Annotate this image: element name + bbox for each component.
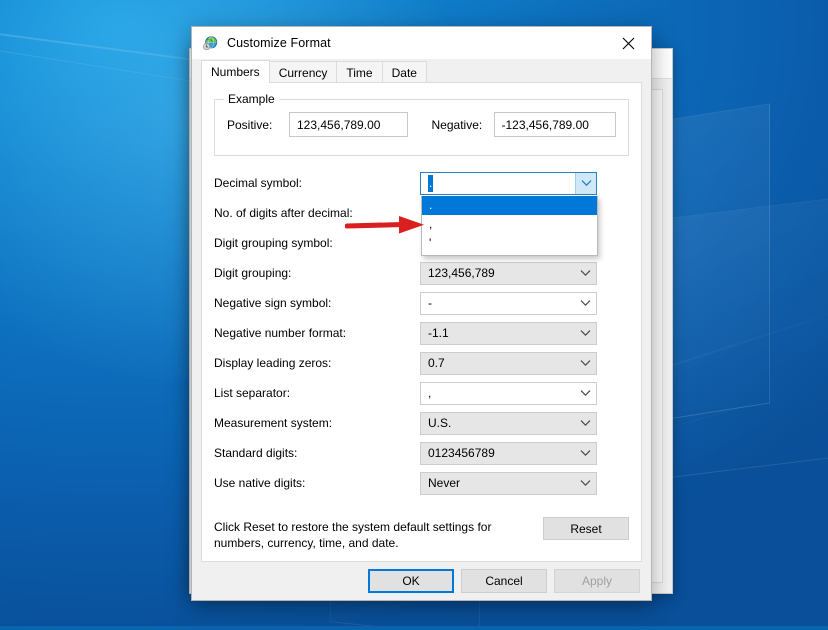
setting-row-display-leading-zeros: Display leading zeros: 0.7 <box>214 348 629 378</box>
chevron-down-icon[interactable] <box>575 443 596 464</box>
decimal-symbol-option-list[interactable]: . , ' <box>421 196 598 256</box>
negative-number-format-value: -1.1 <box>428 326 449 340</box>
dropdown-option-label: ' <box>429 236 431 250</box>
example-groupbox: Example Positive: 123,456,789.00 Negativ… <box>214 99 629 156</box>
setting-row-use-native-digits: Use native digits: Never <box>214 468 629 498</box>
apply-button: Apply <box>554 569 640 593</box>
dialog-footer: OK Cancel Apply <box>192 562 651 600</box>
dropdown-option-apostrophe[interactable]: ' <box>422 234 597 253</box>
negative-number-format-dropdown[interactable]: -1.1 <box>420 322 597 345</box>
display-leading-zeros-label: Display leading zeros: <box>214 356 420 370</box>
numbers-tab-panel: Example Positive: 123,456,789.00 Negativ… <box>201 83 642 562</box>
decimal-symbol-value: . <box>428 175 433 192</box>
chevron-down-icon[interactable] <box>575 293 596 314</box>
dropdown-option-label: . <box>429 198 432 212</box>
chevron-down-icon[interactable] <box>575 353 596 374</box>
chevron-down-icon[interactable] <box>575 323 596 344</box>
ok-button-label: OK <box>402 574 419 588</box>
chevron-down-icon[interactable] <box>575 383 596 404</box>
chevron-down-icon[interactable] <box>575 263 596 284</box>
tab-label: Date <box>392 66 417 80</box>
list-separator-value: , <box>428 386 431 400</box>
setting-row-standard-digits: Standard digits: 0123456789 <box>214 438 629 468</box>
dropdown-option-label: , <box>429 217 432 231</box>
chevron-down-icon[interactable] <box>575 473 596 494</box>
setting-row-list-separator: List separator: , <box>214 378 629 408</box>
negative-example-value: -123,456,789.00 <box>502 118 589 132</box>
use-native-digits-dropdown[interactable]: Never <box>420 472 597 495</box>
cancel-button[interactable]: Cancel <box>461 569 547 593</box>
chevron-down-icon[interactable] <box>575 173 596 194</box>
apply-button-label: Apply <box>582 574 612 588</box>
dialog-title: Customize Format <box>227 36 331 50</box>
setting-row-decimal-symbol: Decimal symbol: . . , ' <box>214 168 629 198</box>
digit-grouping-label: Digit grouping: <box>214 266 420 280</box>
negative-number-format-label: Negative number format: <box>214 326 420 340</box>
decimal-symbol-dropdown[interactable]: . . , ' <box>420 172 597 195</box>
settings-list: Decimal symbol: . . , ' <box>214 168 629 498</box>
taskbar <box>0 626 828 630</box>
tab-label: Time <box>346 66 372 80</box>
example-row: Positive: 123,456,789.00 Negative: -123,… <box>227 112 616 137</box>
use-native-digits-value: Never <box>428 476 460 490</box>
display-leading-zeros-dropdown[interactable]: 0.7 <box>420 352 597 375</box>
reset-description: Click Reset to restore the system defaul… <box>214 517 543 551</box>
tab-numbers[interactable]: Numbers <box>201 60 270 83</box>
tab-currency[interactable]: Currency <box>269 61 338 83</box>
use-native-digits-label: Use native digits: <box>214 476 420 490</box>
measurement-system-dropdown[interactable]: U.S. <box>420 412 597 435</box>
measurement-system-label: Measurement system: <box>214 416 420 430</box>
digit-grouping-symbol-label: Digit grouping symbol: <box>214 236 420 250</box>
cancel-button-label: Cancel <box>485 574 522 588</box>
reset-button[interactable]: Reset <box>543 517 629 540</box>
positive-example-field: 123,456,789.00 <box>289 112 408 137</box>
negative-sign-symbol-dropdown[interactable]: - <box>420 292 597 315</box>
ok-button[interactable]: OK <box>368 569 454 593</box>
decimal-symbol-label: Decimal symbol: <box>214 176 420 190</box>
positive-example-value: 123,456,789.00 <box>297 118 380 132</box>
standard-digits-label: Standard digits: <box>214 446 420 460</box>
region-globe-icon <box>202 35 219 52</box>
close-icon[interactable] <box>606 27 651 59</box>
tab-strip: Numbers Currency Time Date <box>192 59 651 83</box>
standard-digits-dropdown[interactable]: 0123456789 <box>420 442 597 465</box>
digits-after-decimal-label: No. of digits after decimal: <box>214 206 420 220</box>
chevron-down-icon[interactable] <box>575 413 596 434</box>
reset-button-label: Reset <box>570 522 601 536</box>
negative-sign-symbol-label: Negative sign symbol: <box>214 296 420 310</box>
negative-label: Negative: <box>432 118 494 132</box>
positive-label: Positive: <box>227 118 289 132</box>
tab-date[interactable]: Date <box>382 61 427 83</box>
standard-digits-value: 0123456789 <box>428 446 495 460</box>
list-separator-dropdown[interactable]: , <box>420 382 597 405</box>
measurement-system-value: U.S. <box>428 416 451 430</box>
reset-area: Click Reset to restore the system defaul… <box>214 517 629 551</box>
example-legend: Example <box>224 92 279 106</box>
setting-row-digit-grouping: Digit grouping: 123,456,789 <box>214 258 629 288</box>
dropdown-option-period[interactable]: . <box>422 196 597 215</box>
display-leading-zeros-value: 0.7 <box>428 356 445 370</box>
negative-example-field: -123,456,789.00 <box>494 112 617 137</box>
tab-label: Currency <box>279 66 328 80</box>
dropdown-option-comma[interactable]: , <box>422 215 597 234</box>
tab-time[interactable]: Time <box>336 61 382 83</box>
customize-format-dialog: Customize Format Numbers Currency Time D… <box>191 26 652 601</box>
digit-grouping-dropdown[interactable]: 123,456,789 <box>420 262 597 285</box>
negative-sign-symbol-value: - <box>428 296 432 310</box>
setting-row-negative-number-format: Negative number format: -1.1 <box>214 318 629 348</box>
setting-row-negative-sign-symbol: Negative sign symbol: - <box>214 288 629 318</box>
setting-row-measurement-system: Measurement system: U.S. <box>214 408 629 438</box>
tab-label: Numbers <box>211 65 260 79</box>
digit-grouping-value: 123,456,789 <box>428 266 495 280</box>
list-separator-label: List separator: <box>214 386 420 400</box>
dialog-titlebar[interactable]: Customize Format <box>192 27 651 59</box>
